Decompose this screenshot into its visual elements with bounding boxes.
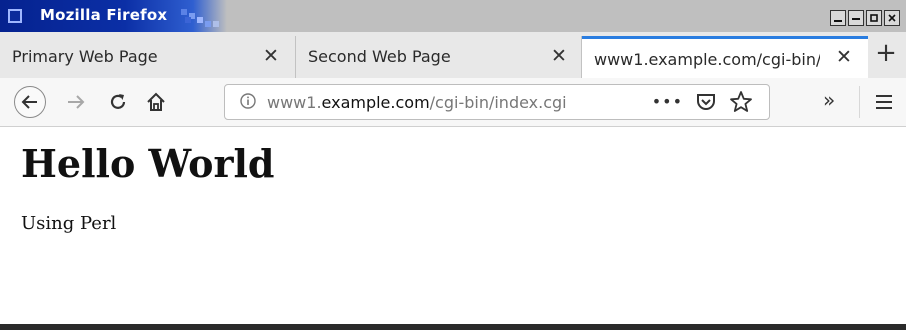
overflow-menu-button[interactable]: »	[823, 88, 835, 112]
toolbar-divider	[859, 86, 860, 118]
minimize-icon	[834, 20, 842, 22]
arrow-right-icon[interactable]	[66, 93, 86, 111]
maximize-button[interactable]	[866, 10, 882, 26]
tab-label: Second Web Page	[308, 47, 451, 66]
window-menu-icon[interactable]	[8, 9, 22, 23]
tab-primary-web-page[interactable]: Primary Web Page ✕	[0, 36, 296, 78]
maximize-icon	[870, 14, 878, 22]
home-icon[interactable]	[145, 91, 167, 113]
window-title: Mozilla Firefox	[40, 6, 168, 24]
close-tab-icon[interactable]: ✕	[551, 45, 567, 67]
tab-strip: Primary Web Page ✕ Second Web Page ✕ www…	[0, 32, 906, 79]
bookmark-star-icon[interactable]	[729, 90, 753, 114]
url-prefix: www1.	[267, 93, 322, 112]
arrow-left-icon	[21, 95, 37, 109]
tab-label: Primary Web Page	[12, 47, 158, 66]
reload-icon[interactable]	[108, 92, 128, 112]
url-bar[interactable]: www1.example.com/cgi-bin/index.cgi •••	[224, 84, 770, 120]
shade-icon	[852, 18, 860, 20]
title-bar[interactable]: Mozilla Firefox	[0, 0, 906, 32]
close-window-button[interactable]	[884, 10, 900, 26]
close-icon	[888, 14, 896, 22]
page-content: Hello World Using Perl	[0, 127, 906, 324]
new-tab-button[interactable]: +	[872, 38, 900, 70]
url-text[interactable]: www1.example.com/cgi-bin/index.cgi	[267, 93, 567, 112]
navigation-toolbar: www1.example.com/cgi-bin/index.cgi ••• »	[0, 78, 906, 127]
page-actions-button[interactable]: •••	[652, 92, 683, 111]
close-tab-icon[interactable]: ✕	[263, 45, 279, 67]
tab-second-web-page[interactable]: Second Web Page ✕	[296, 36, 582, 78]
tab-active-cgi[interactable]: www1.example.com/cgi-bin/ ✕	[582, 36, 868, 79]
hamburger-icon[interactable]	[875, 94, 893, 110]
title-decoration-icon	[181, 9, 219, 27]
close-tab-icon[interactable]: ✕	[836, 46, 852, 68]
back-button[interactable]	[14, 86, 46, 118]
browser-window: Mozilla Firefox Primary Web Page ✕ Secon…	[0, 0, 906, 330]
window-bottom-border	[0, 324, 906, 330]
shade-button[interactable]	[848, 10, 864, 26]
page-paragraph: Using Perl	[21, 213, 117, 234]
minimize-button[interactable]	[830, 10, 846, 26]
url-domain: example.com	[321, 93, 430, 112]
info-icon[interactable]	[239, 92, 257, 110]
url-path: /cgi-bin/index.cgi	[429, 93, 567, 112]
pocket-icon[interactable]	[695, 91, 717, 113]
tab-label: www1.example.com/cgi-bin/	[594, 50, 820, 69]
page-heading: Hello World	[21, 141, 275, 186]
